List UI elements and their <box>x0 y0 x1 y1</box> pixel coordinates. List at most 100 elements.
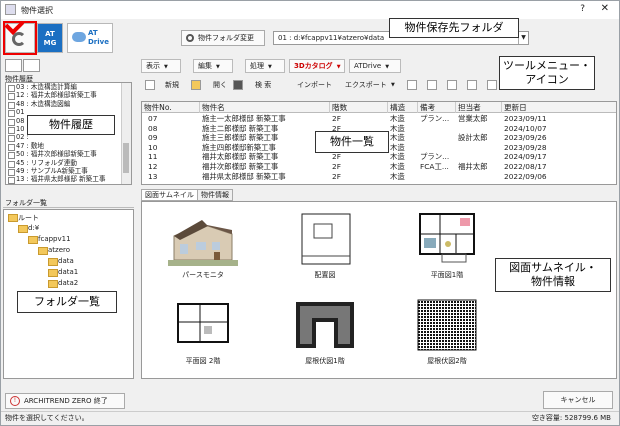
tree-item[interactable]: data2 <box>48 279 78 288</box>
at-drive-button[interactable]: AT Drive <box>67 23 113 53</box>
floor-plan-2f-image <box>177 303 229 343</box>
thumbnail-item[interactable]: 配置図 <box>282 212 368 282</box>
callout-history: 物件履歴 <box>27 115 115 135</box>
table-cell: 施主二郎様邸 新築工事 <box>202 123 279 133</box>
table-cell: 木造 <box>390 142 405 152</box>
table-row[interactable]: 12 福井次郎様邸 新築工事 2F 木造 FCA工... 福井太郎 2022/08/17 <box>142 162 616 171</box>
col-updated[interactable]: 更新日 <box>502 102 616 113</box>
list-item[interactable]: 50 : 福井次郎様邸新築工事 <box>6 150 131 160</box>
tab-info[interactable]: 物件情報 <box>197 189 233 201</box>
table-header: 物件No. 物件名 階数 構造 備考 担当者 更新日 <box>142 102 616 113</box>
table-cell: FCA工... <box>420 162 449 171</box>
callout-thumbnail: 図面サムネイル・ 物件情報 <box>495 258 611 292</box>
table-cell: 10 <box>148 142 158 152</box>
thumbnail-caption: 配置図 <box>314 271 336 279</box>
thumbnail-caption: 平面図 2階 <box>185 357 221 365</box>
menu-3d-catalog-label: 3Dカタログ <box>294 62 333 70</box>
tree-item[interactable]: ルート <box>8 213 39 223</box>
export-button[interactable]: エクスポート <box>345 78 387 92</box>
col-name[interactable]: 物件名 <box>200 102 330 113</box>
menu-process[interactable]: 処理 ▼ <box>245 59 285 73</box>
callout-folders: フォルダ一覧 <box>17 291 117 313</box>
menu-at-drive[interactable]: ATDrive ▼ <box>349 59 401 73</box>
trash-icon[interactable] <box>487 80 497 90</box>
table-cell: 福井太郎 <box>458 162 488 171</box>
thumbnail-item[interactable]: 平面図 2階 <box>160 298 246 368</box>
history-tab[interactable] <box>5 59 22 72</box>
table-row[interactable]: 07 施主一太郎様邸 新築工事 2F 木造 プラン... 営業太郎 2023/09/11 <box>142 114 616 123</box>
folder-change-label: 物件フォルダ変更 <box>198 34 254 42</box>
exit-button[interactable]: ! ARCHITREND ZERO 終了 <box>5 393 125 409</box>
tree-item[interactable]: d:¥ <box>18 224 39 233</box>
new-button[interactable]: 新規 <box>165 78 179 92</box>
table-cell: 施主四郎様邸新築工事 <box>202 142 276 152</box>
search-button[interactable]: 検 索 <box>255 78 271 92</box>
list-item[interactable]: 12 : 福井太郎様邸新築工事 <box>6 91 131 101</box>
import-button[interactable]: インポート <box>297 78 332 92</box>
col-floors[interactable]: 階数 <box>330 102 388 113</box>
paste-icon[interactable] <box>447 80 457 90</box>
table-cell: 木造 <box>390 162 405 171</box>
thumbnail-item[interactable]: 屋根伏図1階 <box>282 298 368 368</box>
thumbnail-caption: パースモニタ <box>182 271 224 279</box>
cloud-icon <box>72 32 86 42</box>
folder-list-label: フォルダ一覧 <box>3 198 134 208</box>
brush-icon[interactable] <box>407 80 417 90</box>
help-button[interactable]: ? <box>580 4 585 14</box>
table-cell: 福井県太郎様邸 新築工事 <box>202 171 286 181</box>
property-select-window: 物件選択 ? ✕ AT MG AT Drive 物件フォルダ変更 01 : d:… <box>0 0 620 426</box>
free-space: 空き容量: 528799.6 MB <box>531 414 611 422</box>
col-structure[interactable]: 構造 <box>388 102 418 113</box>
folder-change-button[interactable]: 物件フォルダ変更 <box>181 30 265 46</box>
table-cell: プラン... <box>420 152 450 162</box>
at-drive-label: AT Drive <box>88 29 109 46</box>
tree-item[interactable]: fcappv11 <box>28 235 71 244</box>
tab-thumbnail[interactable]: 図面サムネイル <box>141 189 198 201</box>
tree-item[interactable]: data <box>48 257 74 266</box>
thumbnail-item[interactable]: 平面図1階 <box>404 212 490 282</box>
perspective-image <box>168 220 238 266</box>
copy-icon[interactable] <box>427 80 437 90</box>
export-dropdown-icon[interactable]: ▼ <box>391 78 395 92</box>
table-cell: 2F <box>332 152 341 162</box>
table-cell: 09 <box>148 133 158 143</box>
callout-list-text: 物件一覧 <box>330 135 374 148</box>
table-cell: 2F <box>332 162 341 171</box>
thumbnail-item[interactable]: パースモニタ <box>160 212 246 282</box>
properties-icon[interactable] <box>467 80 477 90</box>
favorites-tab[interactable] <box>23 59 40 72</box>
table-row[interactable]: 11 福井太郎様邸 新築工事 2F 木造 プラン... 2024/09/17 <box>142 152 616 162</box>
table-cell: プラン... <box>420 114 450 123</box>
list-item[interactable]: 47 : 敷地 <box>6 142 131 152</box>
tree-item[interactable]: data1 <box>48 268 78 277</box>
table-cell: 2024/09/17 <box>504 152 547 162</box>
col-number[interactable]: 物件No. <box>142 102 200 113</box>
close-button[interactable]: ✕ <box>601 3 609 14</box>
list-item[interactable]: 48 : 木造構造図編 <box>6 100 131 110</box>
table-cell: 福井太郎様邸 新築工事 <box>202 152 279 162</box>
menu-view[interactable]: 表示 ▼ <box>141 59 181 73</box>
history-scroll-thumb[interactable] <box>123 143 129 173</box>
list-item[interactable]: 13 : 福井県太郎様邸 新築工事 <box>6 175 131 184</box>
thumbnail-caption: 屋根伏図2階 <box>427 357 467 365</box>
col-person[interactable]: 担当者 <box>456 102 502 113</box>
list-item[interactable]: 45 : リフォルダ連動 <box>6 159 131 168</box>
table-cell: 福井次郎様邸 新築工事 <box>202 162 279 171</box>
table-cell: 2023/09/26 <box>504 133 547 143</box>
at-mg-button[interactable]: AT MG <box>37 23 63 53</box>
new-icon <box>145 80 155 90</box>
table-row[interactable]: 13 福井県太郎様邸 新築工事 2F 木造 2022/09/06 <box>142 171 616 181</box>
app-icon <box>5 4 16 15</box>
col-notes[interactable]: 備考 <box>418 102 456 113</box>
menu-3d-catalog[interactable]: 3Dカタログ ▼ <box>289 59 345 73</box>
thumbnail-item[interactable]: 屋根伏図2階 <box>404 298 490 368</box>
tree-item[interactable]: atzero <box>38 246 70 255</box>
cancel-button[interactable]: キャンセル <box>543 391 613 409</box>
open-button[interactable]: 開く <box>213 78 227 92</box>
menu-edit[interactable]: 編集 ▼ <box>193 59 233 73</box>
folder-path-value: 01 : d:¥fcappv11¥atzero¥data <box>278 34 385 42</box>
table-cell: 11 <box>148 152 158 162</box>
site-plan-image <box>301 213 351 265</box>
table-cell: 木造 <box>390 133 405 143</box>
table-cell: 13 <box>148 171 158 181</box>
